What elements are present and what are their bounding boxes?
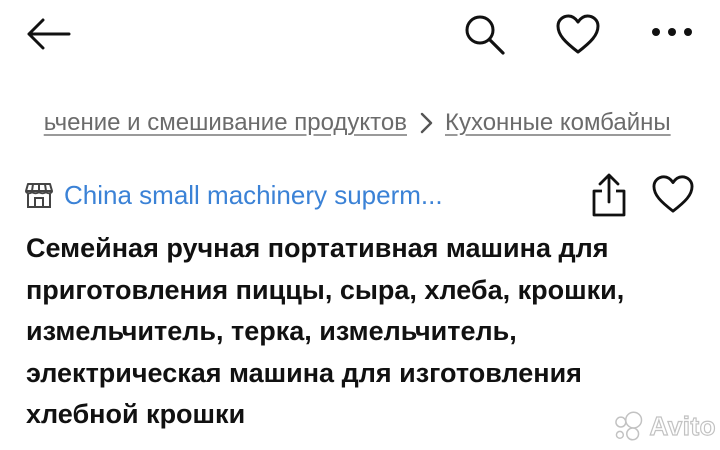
watermark: Avito bbox=[612, 406, 716, 446]
back-button[interactable] bbox=[22, 12, 74, 56]
product-title: Семейная ручная портативная машина для п… bbox=[26, 233, 625, 429]
store-icon bbox=[25, 183, 53, 208]
more-button[interactable] bbox=[644, 10, 700, 54]
breadcrumb-item-subcategory[interactable]: Кухонные комбайны bbox=[445, 104, 671, 142]
chevron-right-icon bbox=[420, 112, 433, 134]
seller-link[interactable]: China small machinery superm... bbox=[24, 176, 524, 214]
more-dots-icon bbox=[652, 28, 692, 36]
search-icon bbox=[465, 15, 505, 55]
breadcrumb: ьчение и смешивание продуктов Кухонные к… bbox=[0, 104, 720, 142]
avito-logo-icon bbox=[615, 411, 643, 441]
top-app-bar bbox=[0, 0, 720, 70]
favorite-button[interactable] bbox=[550, 8, 606, 60]
breadcrumb-separator bbox=[415, 104, 437, 142]
search-button[interactable] bbox=[458, 8, 510, 60]
arrow-left-icon bbox=[27, 18, 71, 50]
watermark-text: Avito bbox=[649, 410, 716, 441]
share-icon bbox=[592, 173, 626, 217]
seller-name[interactable]: China small machinery superm... bbox=[64, 180, 443, 211]
add-to-favorites-button[interactable] bbox=[648, 170, 698, 218]
breadcrumb-item-category[interactable]: ьчение и смешивание продуктов bbox=[44, 104, 407, 142]
heart-icon bbox=[652, 175, 694, 213]
share-button[interactable] bbox=[584, 168, 634, 222]
heart-icon bbox=[556, 14, 600, 54]
